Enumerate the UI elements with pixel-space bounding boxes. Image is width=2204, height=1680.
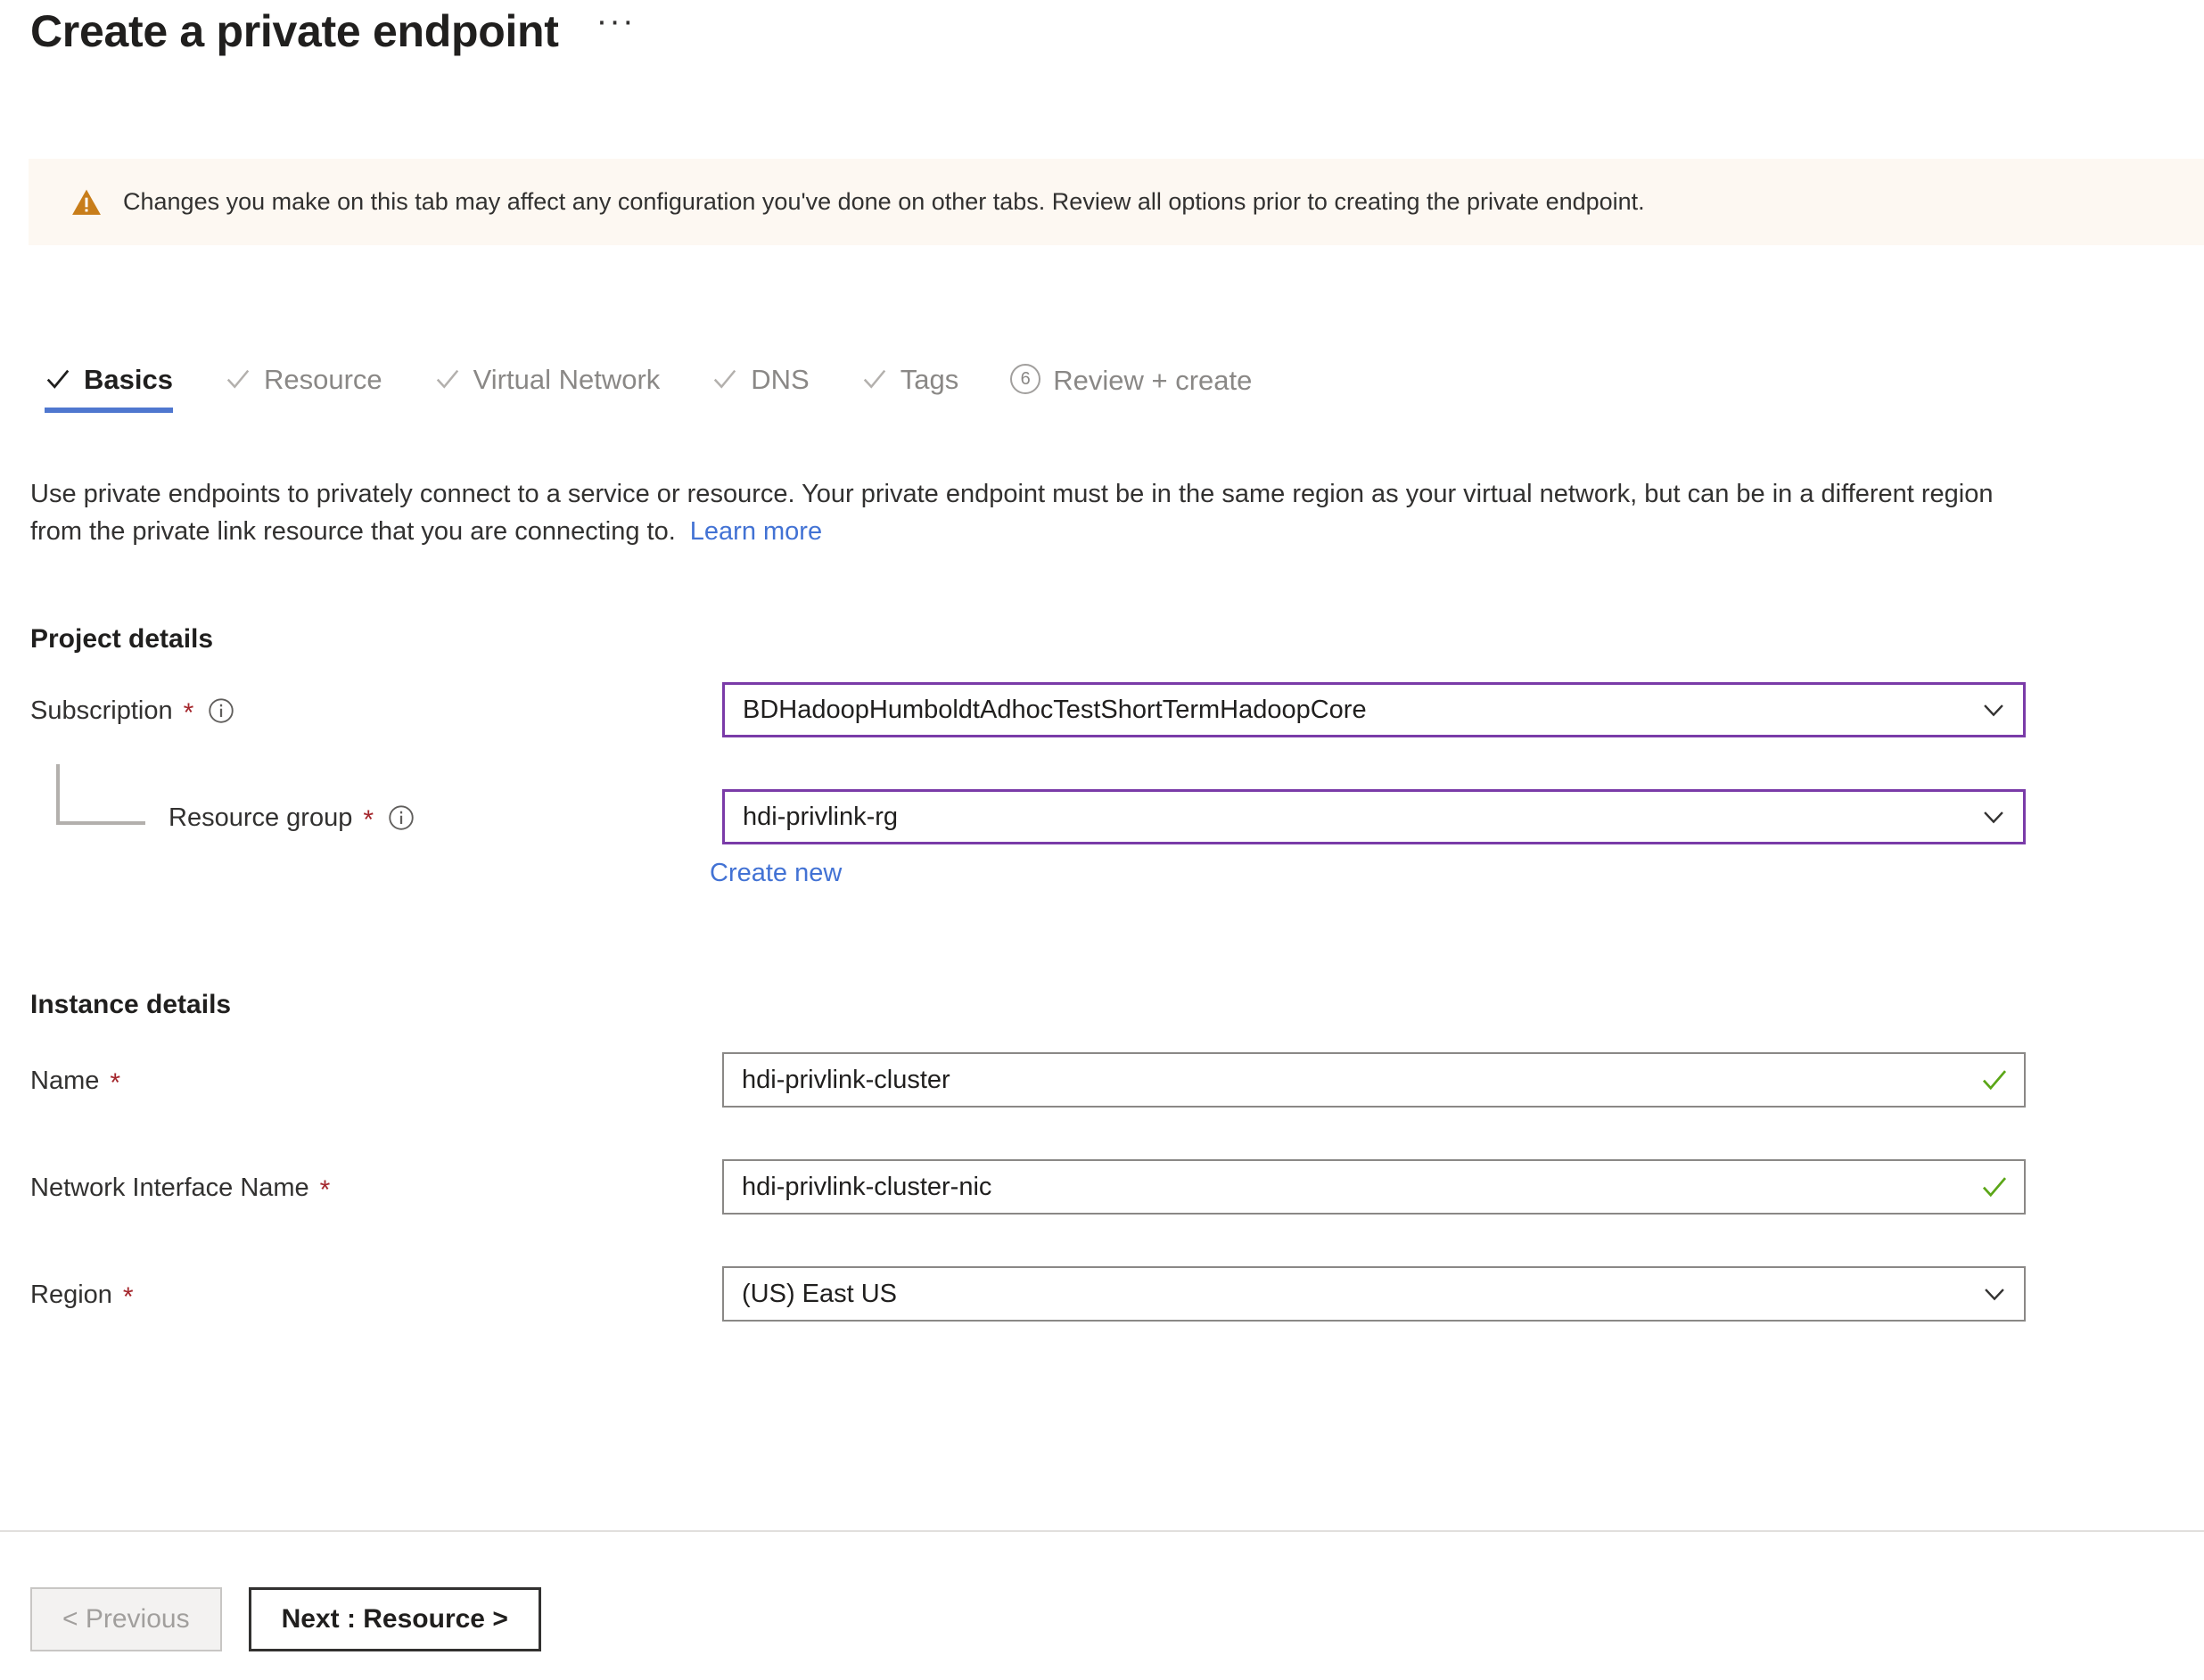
network-interface-name-label-text: Network Interface Name [30,1173,309,1202]
section-heading-instance-details: Instance details [30,990,232,1019]
network-interface-name-value: hdi-privlink-cluster-nic [742,1172,992,1201]
network-interface-name-label: Network Interface Name * [30,1159,330,1216]
check-icon [226,369,250,389]
tab-review-create[interactable]: 6 Review + create [1010,364,1252,414]
footer-divider [0,1530,2204,1532]
subscription-value: BDHadoopHumboldtAdhocTestShortTermHadoop… [743,695,1367,724]
tab-tags[interactable]: Tags [861,364,958,413]
tab-active-underline [45,408,173,413]
wizard-footer: < Previous Next : Resource > [30,1587,541,1651]
subscription-label: Subscription * [30,682,234,739]
info-circle-icon[interactable] [388,804,415,831]
check-green-icon [1982,1177,2007,1198]
tab-virtual-network[interactable]: Virtual Network [434,364,661,413]
page-title: Create a private endpoint [30,6,559,56]
subscription-dropdown[interactable]: BDHadoopHumboldtAdhocTestShortTermHadoop… [722,682,2026,737]
region-dropdown[interactable]: (US) East US [722,1266,2026,1322]
field-row-region: Region * (US) East US [30,1266,2188,1323]
previous-button[interactable]: < Previous [30,1587,222,1651]
tab-virtual-network-label: Virtual Network [473,364,661,395]
name-value: hdi-privlink-cluster [742,1065,950,1094]
section-heading-project-details: Project details [30,624,214,654]
blade-description: Use private endpoints to privately conne… [30,475,2010,550]
warning-triangle-icon [72,189,101,215]
region-label: Region * [30,1266,134,1323]
required-asterisk: * [122,1282,134,1312]
check-green-icon [1982,1070,2007,1091]
region-label-text: Region [30,1280,112,1309]
subscription-label-text: Subscription [30,696,173,725]
step-number-badge: 6 [1010,364,1041,394]
chevron-down-icon [1984,704,2003,717]
resource-group-label: Resource group * [169,789,415,846]
description-text: Use private endpoints to privately conne… [30,480,1994,547]
warning-banner-text: Changes you make on this tab may affect … [123,188,1645,216]
ellipsis-icon[interactable]: ··· [589,0,643,44]
create-private-endpoint-blade: Create a private endpoint ··· Changes yo… [0,0,2204,1680]
name-input[interactable]: hdi-privlink-cluster [722,1052,2026,1108]
chevron-down-icon [1985,1289,2004,1301]
resource-group-value: hdi-privlink-rg [743,802,899,831]
required-asterisk: * [363,805,374,835]
check-icon [863,369,885,389]
wizard-tabs: Basics Resource Virtual Network DNS Tags… [45,364,1303,414]
name-label-text: Name [30,1066,100,1095]
name-label: Name * [30,1052,120,1109]
tab-basics[interactable]: Basics [45,364,173,413]
chevron-down-icon [1984,811,2003,824]
field-row-resource-group: Resource group * hdi-privlink-rg [30,789,2188,846]
required-asterisk: * [319,1175,331,1205]
tab-review-create-label: Review + create [1053,364,1253,396]
tab-resource-label: Resource [263,364,382,395]
field-row-network-interface-name: Network Interface Name * hdi-privlink-cl… [30,1159,2188,1216]
warning-banner: Changes you make on this tab may affect … [29,159,2204,245]
resource-group-label-text: Resource group [169,803,353,832]
blade-header: Create a private endpoint ··· [30,4,643,56]
region-value: (US) East US [742,1279,898,1308]
required-asterisk: * [183,698,194,728]
learn-more-link[interactable]: Learn more [690,517,822,546]
check-icon [714,369,736,389]
tab-tags-label: Tags [900,364,959,395]
next-resource-button[interactable]: Next : Resource > [248,1587,541,1651]
field-row-name: Name * hdi-privlink-cluster [30,1052,2188,1109]
tab-resource[interactable]: Resource [225,364,382,413]
tab-basics-label: Basics [84,364,173,395]
required-asterisk: * [110,1068,121,1098]
field-row-subscription: Subscription * BDHadoopHumboldtAdhocTest… [30,682,2188,739]
create-new-resource-group-link[interactable]: Create new [710,859,842,888]
tab-dns-label: DNS [751,364,810,395]
info-circle-icon[interactable] [208,697,234,724]
resource-group-dropdown[interactable]: hdi-privlink-rg [722,789,2026,844]
check-icon [436,369,458,389]
tab-dns[interactable]: DNS [711,364,810,413]
check-icon [46,369,70,389]
network-interface-name-input[interactable]: hdi-privlink-cluster-nic [722,1159,2026,1215]
